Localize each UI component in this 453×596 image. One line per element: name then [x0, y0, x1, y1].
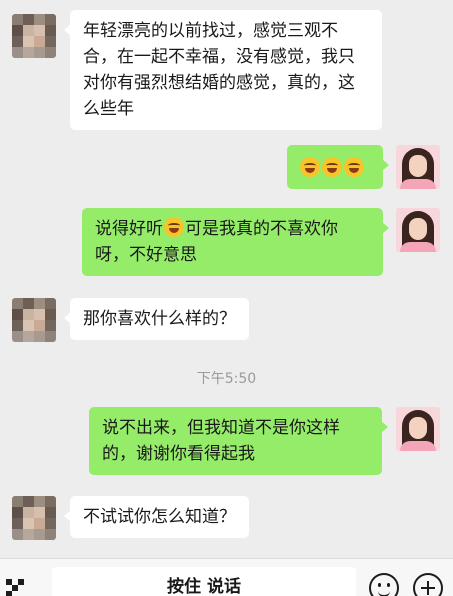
- hold-to-talk-button[interactable]: 按住 说话: [52, 567, 356, 596]
- message-bubble-sent[interactable]: 说得好听 可是我真的不喜欢你呀，不好意思: [82, 208, 389, 276]
- profile-photo: [396, 407, 440, 451]
- voice-mode-icon[interactable]: [6, 579, 28, 596]
- chat-timestamp: 下午5:50: [196, 371, 257, 387]
- message-text-part: 说得好听: [95, 219, 163, 239]
- message-bubble-sent[interactable]: [287, 145, 389, 189]
- profile-photo: [396, 208, 440, 252]
- message-bubble-received[interactable]: 那你喜欢什么样的？: [64, 298, 249, 340]
- my-avatar[interactable]: [396, 145, 440, 189]
- message-bubble-received[interactable]: 不试试你怎么知道？: [64, 496, 249, 538]
- contact-avatar[interactable]: [12, 298, 56, 342]
- grinning-sweat-emoji: [300, 157, 320, 177]
- message-bubble-sent[interactable]: 说不出来，但我知道不是你这样的，谢谢你看得起我: [89, 407, 388, 475]
- chat-input-bar: 按住 说话: [0, 558, 453, 596]
- message-text: 说不出来，但我知道不是你这样的，谢谢你看得起我: [102, 418, 340, 464]
- my-avatar[interactable]: [396, 208, 440, 252]
- emoji-icon[interactable]: [369, 573, 399, 596]
- mosaic-avatar-image: [12, 496, 56, 540]
- grinning-sweat-emoji: [164, 217, 184, 237]
- mosaic-avatar-image: [12, 298, 56, 342]
- mosaic-avatar-image: [12, 14, 56, 58]
- message-bubble-received[interactable]: 年轻漂亮的以前找过，感觉三观不合，在一起不幸福，没有感觉，我只对你有强烈想结婚的…: [64, 10, 382, 130]
- my-avatar[interactable]: [396, 407, 440, 451]
- grinning-sweat-emoji: [344, 157, 364, 177]
- profile-photo: [396, 145, 440, 189]
- message-text: 年轻漂亮的以前找过，感觉三观不合，在一起不幸福，没有感觉，我只对你有强烈想结婚的…: [83, 21, 355, 119]
- contact-avatar[interactable]: [12, 496, 56, 540]
- contact-avatar[interactable]: [12, 14, 56, 58]
- plus-icon[interactable]: [413, 573, 443, 596]
- grinning-sweat-emoji: [322, 157, 342, 177]
- message-text: 不试试你怎么知道？: [83, 507, 236, 527]
- message-text: 那你喜欢什么样的？: [83, 309, 236, 329]
